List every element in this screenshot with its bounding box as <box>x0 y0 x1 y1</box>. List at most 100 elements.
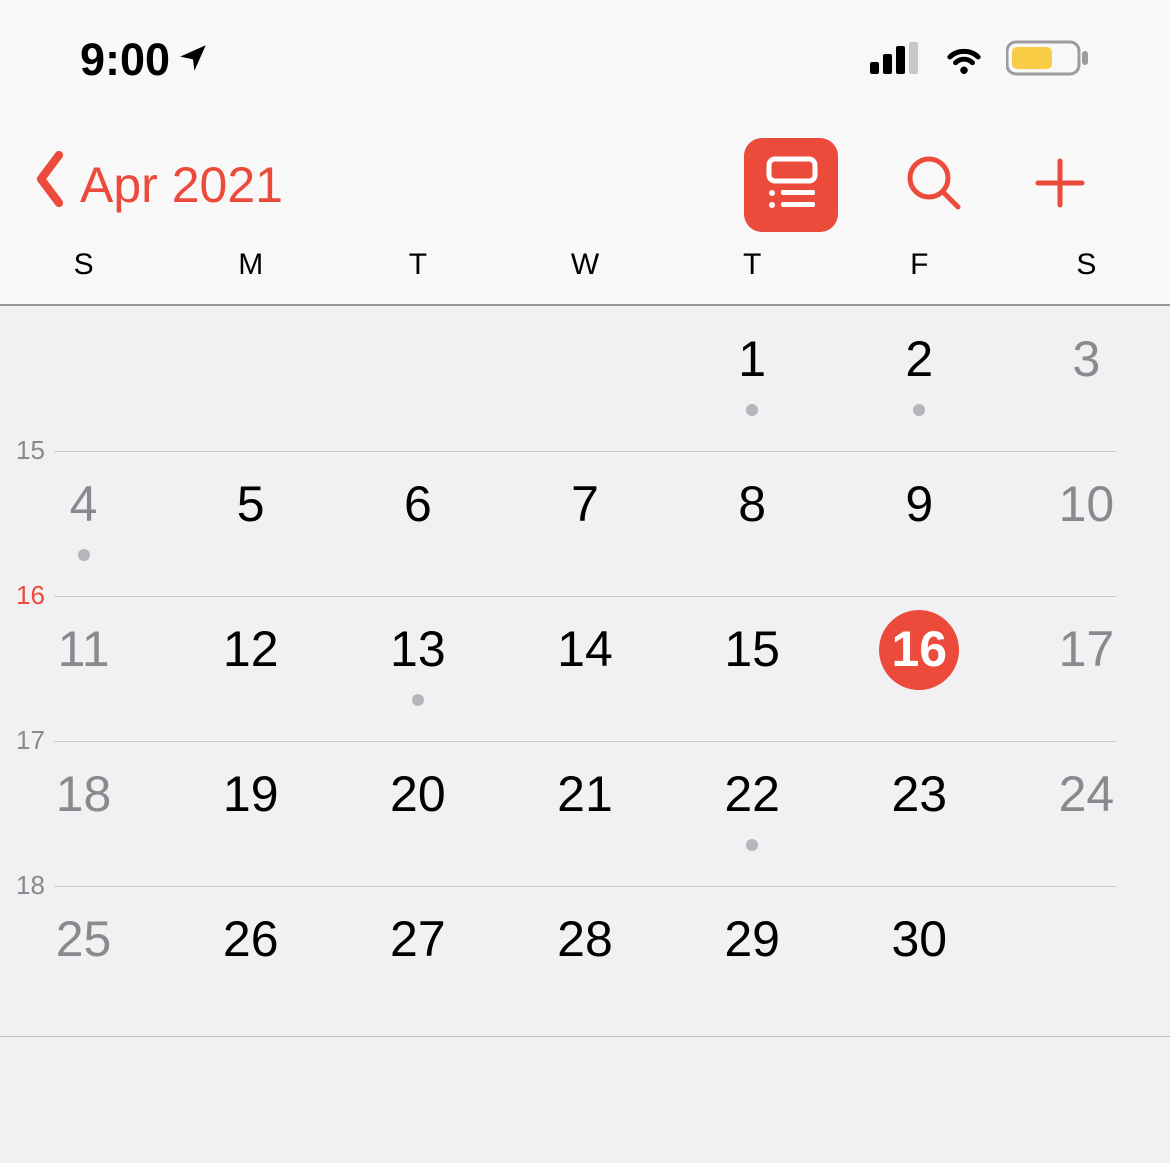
day-cell[interactable]: 11 <box>0 596 167 741</box>
day-cell[interactable]: 10 <box>1003 451 1170 596</box>
day-cell[interactable]: 5 <box>167 451 334 596</box>
status-bar: 9:00 <box>0 0 1170 120</box>
day-cell <box>334 306 501 451</box>
day-number: 15 <box>712 610 792 690</box>
event-indicator <box>746 839 758 851</box>
day-cell[interactable]: 23 <box>836 741 1003 886</box>
day-cell[interactable]: 3 <box>1003 306 1170 451</box>
weekday-label: F <box>836 250 1003 304</box>
day-cell[interactable]: 27 <box>334 886 501 1031</box>
day-cell[interactable]: 18 <box>0 741 167 886</box>
day-number: 9 <box>879 465 959 545</box>
day-number: 20 <box>378 755 458 835</box>
day-number: 16 <box>879 610 959 690</box>
add-event-button[interactable] <box>1030 153 1090 218</box>
weekday-label: S <box>0 250 167 304</box>
cellular-icon <box>870 42 922 79</box>
day-cell[interactable]: 19 <box>167 741 334 886</box>
event-indicator <box>746 404 758 416</box>
month-label: Apr 2021 <box>80 156 283 214</box>
day-number: 6 <box>378 465 458 545</box>
day-number: 22 <box>712 755 792 835</box>
day-cell[interactable]: 1 <box>669 306 836 451</box>
week-row: 1545678910 <box>0 451 1170 596</box>
day-number: 21 <box>545 755 625 835</box>
day-cell[interactable]: 28 <box>501 886 668 1031</box>
location-icon <box>176 34 210 86</box>
day-number: 2 <box>879 320 959 400</box>
day-cell[interactable]: 17 <box>1003 596 1170 741</box>
day-cell[interactable]: 8 <box>669 451 836 596</box>
divider <box>0 1036 1170 1037</box>
day-cell[interactable]: 24 <box>1003 741 1170 886</box>
weekday-label: T <box>669 250 836 304</box>
day-number: 25 <box>44 900 124 980</box>
day-number: 13 <box>378 610 458 690</box>
day-number: 14 <box>545 610 625 690</box>
day-cell[interactable]: 15 <box>669 596 836 741</box>
day-number: 5 <box>211 465 291 545</box>
day-number: 30 <box>879 900 959 980</box>
day-cell[interactable]: 25 <box>0 886 167 1031</box>
day-cell[interactable]: 6 <box>334 451 501 596</box>
weekday-label: T <box>334 250 501 304</box>
day-cell <box>501 306 668 451</box>
day-cell[interactable]: 29 <box>669 886 836 1031</box>
event-indicator <box>913 404 925 416</box>
chevron-left-icon <box>30 149 70 221</box>
day-cell[interactable]: 22 <box>669 741 836 886</box>
week-row: 18252627282930 <box>0 886 1170 1031</box>
week-row: 1 2 3 <box>0 306 1170 451</box>
day-cell[interactable]: 30 <box>836 886 1003 1031</box>
day-cell[interactable]: 20 <box>334 741 501 886</box>
status-time: 9:00 <box>80 34 170 86</box>
list-icon <box>759 153 823 218</box>
day-cell[interactable]: 16 <box>836 596 1003 741</box>
back-button[interactable]: Apr 2021 <box>30 149 283 221</box>
day-number: 4 <box>44 465 124 545</box>
search-icon <box>902 202 966 219</box>
status-left: 9:00 <box>80 34 210 86</box>
day-number: 3 <box>1046 320 1126 400</box>
event-indicator <box>78 549 90 561</box>
search-button[interactable] <box>902 151 966 220</box>
day-cell[interactable]: 21 <box>501 741 668 886</box>
day-number: 26 <box>211 900 291 980</box>
week-row: 1611121314151617 <box>0 596 1170 741</box>
day-number: 29 <box>712 900 792 980</box>
day-cell[interactable]: 14 <box>501 596 668 741</box>
day-number: 18 <box>44 755 124 835</box>
calendar-grid: 1231545678910161112131415161717181920212… <box>0 306 1170 1031</box>
weekday-label: M <box>167 250 334 304</box>
weekday-label: W <box>501 250 668 304</box>
battery-icon <box>1006 39 1090 82</box>
day-number: 23 <box>879 755 959 835</box>
day-cell[interactable]: 26 <box>167 886 334 1031</box>
list-view-button[interactable] <box>744 138 838 232</box>
day-number: 10 <box>1046 465 1126 545</box>
event-indicator <box>412 694 424 706</box>
day-number: 28 <box>545 900 625 980</box>
day-cell[interactable]: 12 <box>167 596 334 741</box>
day-number: 1 <box>712 320 792 400</box>
day-number: 27 <box>378 900 458 980</box>
day-cell[interactable]: 7 <box>501 451 668 596</box>
day-cell <box>1003 886 1170 1031</box>
day-cell <box>0 306 167 451</box>
day-number: 11 <box>44 610 124 690</box>
day-cell[interactable]: 2 <box>836 306 1003 451</box>
day-number: 7 <box>545 465 625 545</box>
day-number: 17 <box>1046 610 1126 690</box>
nav-bar: Apr 2021 <box>0 120 1170 250</box>
week-row: 1718192021222324 <box>0 741 1170 886</box>
nav-buttons <box>744 138 1090 232</box>
weekday-header: SMTWTFS <box>0 250 1170 306</box>
day-cell[interactable]: 13 <box>334 596 501 741</box>
weekday-label: S <box>1003 250 1170 304</box>
day-number: 12 <box>211 610 291 690</box>
day-number: 19 <box>211 755 291 835</box>
day-cell[interactable]: 4 <box>0 451 167 596</box>
day-number: 24 <box>1046 755 1126 835</box>
day-number: 8 <box>712 465 792 545</box>
day-cell[interactable]: 9 <box>836 451 1003 596</box>
